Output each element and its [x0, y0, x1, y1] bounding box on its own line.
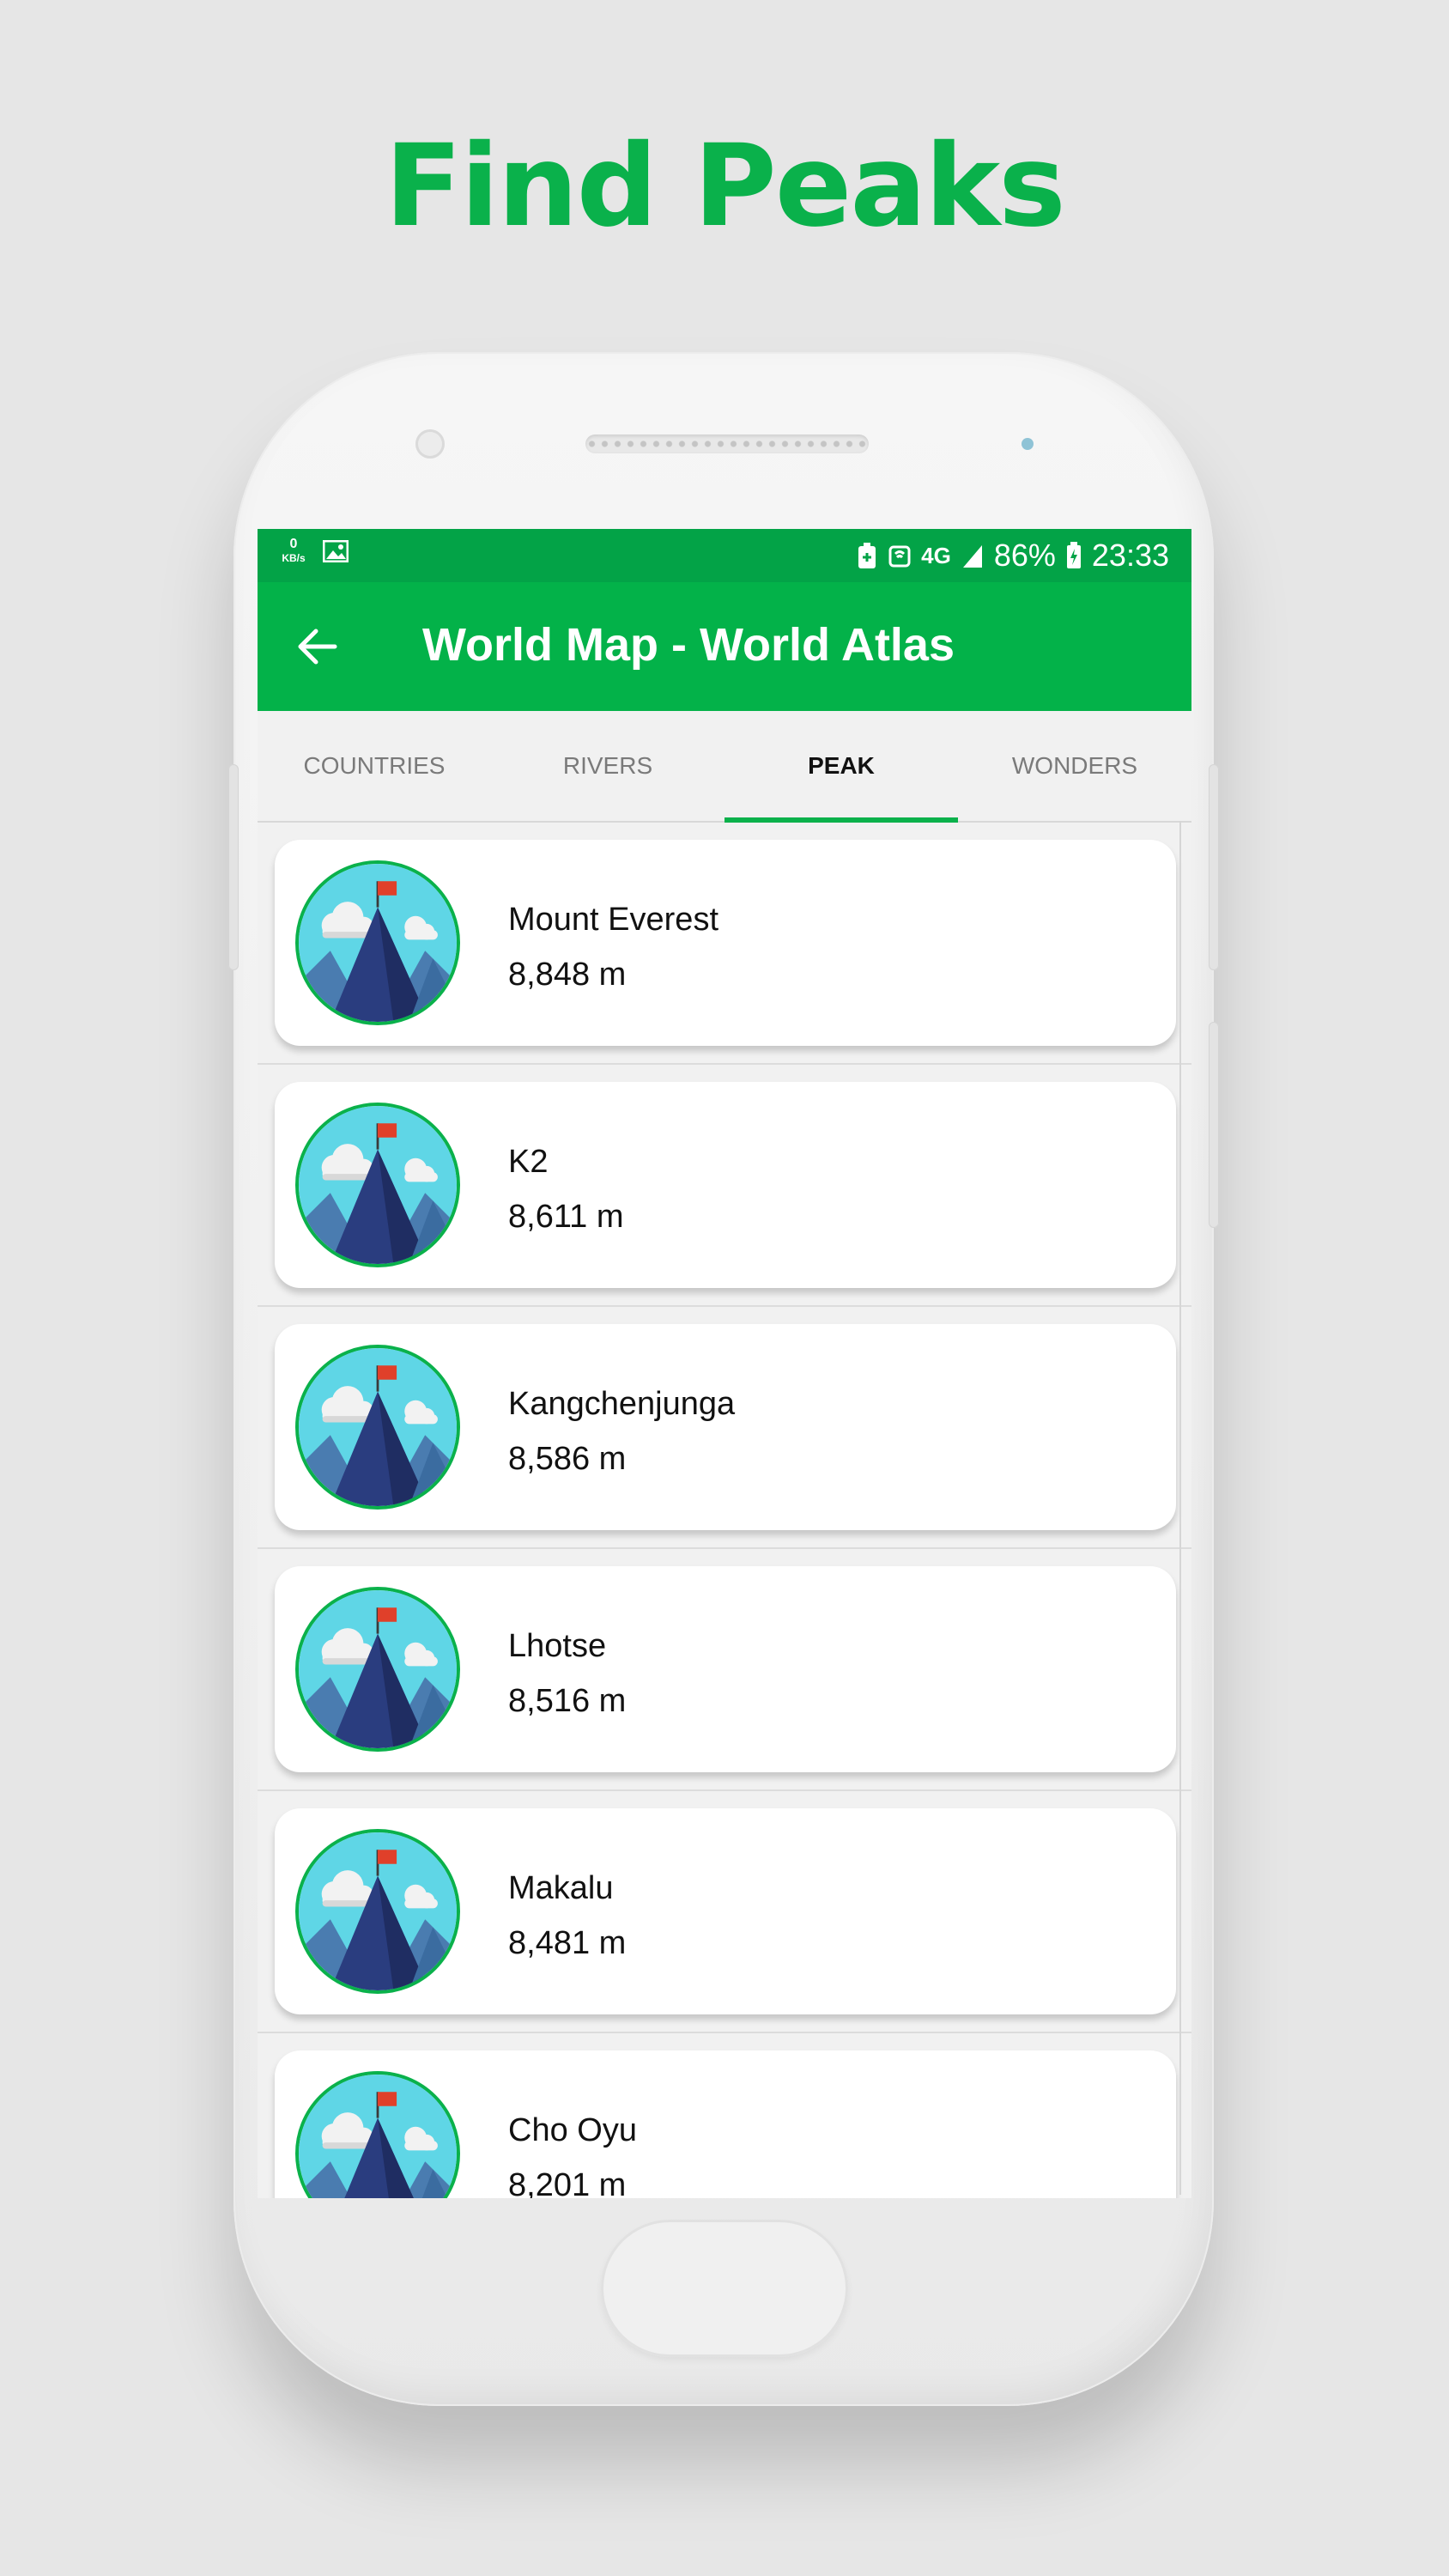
list-item: Kangchenjunga 8,586 m [258, 1307, 1191, 1549]
tab-wonders[interactable]: WONDERS [958, 711, 1191, 821]
peak-height: 8,516 m [508, 1683, 627, 1719]
peak-height: 8,481 m [508, 1925, 627, 1961]
peak-height: 8,611 m [508, 1199, 624, 1235]
app-bar: World Map - World Atlas [258, 582, 1191, 711]
peak-card[interactable]: Makalu 8,481 m [275, 1808, 1176, 2014]
peak-name: Kangchenjunga [508, 1386, 736, 1422]
tab-rivers[interactable]: RIVERS [491, 711, 724, 821]
peak-card[interactable]: Kangchenjunga 8,586 m [275, 1324, 1176, 1530]
mountain-flag-icon [295, 1345, 460, 1510]
peak-name: Lhotse [508, 1628, 607, 1664]
volume-button [228, 764, 239, 970]
peak-card[interactable]: Cho Oyu 8,201 m [275, 2050, 1176, 2198]
battery-charging-icon [1066, 542, 1081, 568]
network-speed-value: 0 [289, 537, 298, 551]
peak-height: 8,586 m [508, 1441, 627, 1477]
peak-name: Cho Oyu [508, 2112, 637, 2148]
network-speed-unit: KB/s [282, 552, 306, 564]
peak-list: Mount Everest 8,848 m K2 8,611 m Kangche… [258, 823, 1191, 2198]
wifi-call-icon [888, 545, 911, 568]
mountain-flag-icon [295, 2071, 460, 2198]
peak-height: 8,201 m [508, 2167, 627, 2198]
side-button [1209, 1022, 1219, 1228]
mountain-flag-icon [295, 1829, 460, 1994]
headline: Find Peaks [385, 120, 1066, 252]
app-title: World Map - World Atlas [422, 619, 955, 671]
back-arrow-icon[interactable] [295, 627, 338, 666]
image-notification-icon [323, 540, 349, 562]
peak-name: Makalu [508, 1870, 614, 1906]
home-button[interactable] [601, 2220, 848, 2357]
battery-saver-icon [858, 543, 876, 568]
network-speed: 0 KB/s [278, 538, 309, 565]
app-screen: 0 KB/s 4G 86% 23:33 World Map - World At… [258, 529, 1191, 2198]
signal-strength-icon [962, 545, 982, 568]
peak-name: Mount Everest [508, 902, 718, 938]
battery-percent: 86% [993, 538, 1056, 573]
tab-peak[interactable]: PEAK [724, 711, 958, 823]
peak-card[interactable]: Mount Everest 8,848 m [275, 840, 1176, 1046]
earpiece-speaker [585, 434, 869, 453]
status-bar: 0 KB/s 4G 86% 23:33 [258, 529, 1191, 582]
peak-card[interactable]: K2 8,611 m [275, 1082, 1176, 1288]
peak-height: 8,848 m [508, 957, 627, 993]
mountain-flag-icon [295, 1103, 460, 1267]
proximity-sensor [1022, 438, 1034, 450]
list-item: K2 8,611 m [258, 1065, 1191, 1307]
mountain-flag-icon [295, 1587, 460, 1752]
peak-card[interactable]: Lhotse 8,516 m [275, 1566, 1176, 1772]
list-item: Cho Oyu 8,201 m [258, 2033, 1191, 2198]
power-button [1209, 764, 1219, 970]
front-camera [415, 429, 445, 459]
scroll-edge [1179, 821, 1191, 2195]
peak-name: K2 [508, 1144, 549, 1180]
status-time: 23:33 [1091, 538, 1169, 573]
network-type: 4G [921, 542, 951, 568]
tab-bar: COUNTRIES RIVERS PEAK WONDERS [258, 711, 1191, 823]
list-item: Lhotse 8,516 m [258, 1549, 1191, 1791]
tab-countries[interactable]: COUNTRIES [258, 711, 491, 821]
list-item: Mount Everest 8,848 m [258, 823, 1191, 1065]
mountain-flag-icon [295, 860, 460, 1025]
list-item: Makalu 8,481 m [258, 1791, 1191, 2033]
